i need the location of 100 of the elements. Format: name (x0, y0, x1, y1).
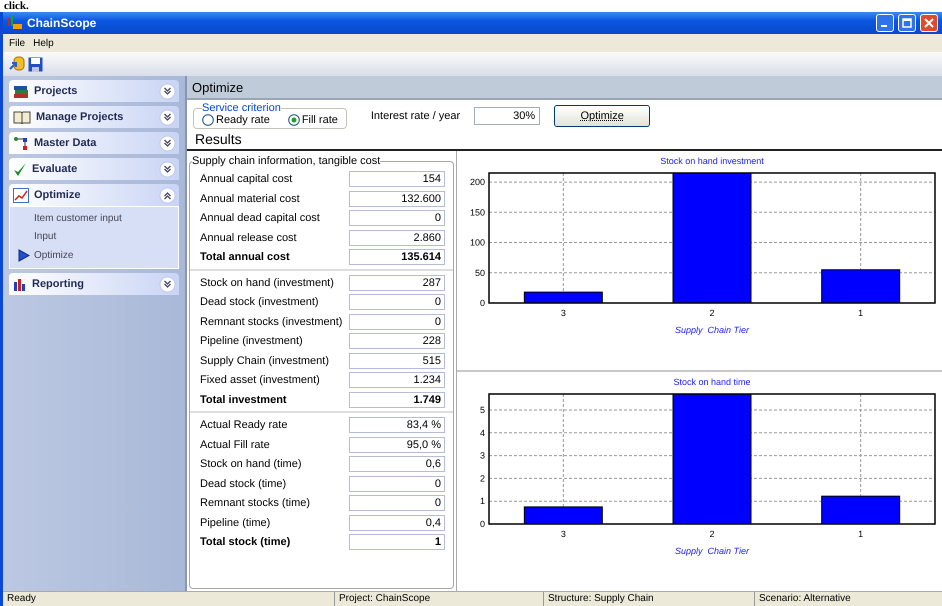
sidebar-item[interactable]: Optimize (18, 249, 178, 262)
sidebar-group-header[interactable]: Master Data (9, 132, 179, 154)
y-tick-label: 50 (474, 268, 485, 278)
row-label: Annual material cost (200, 192, 300, 205)
status-text: Project: ChainScope (334, 592, 543, 606)
sidebar-group-header[interactable]: Manage Projects (9, 106, 179, 128)
y-tick-label: 4 (480, 428, 485, 438)
expand-icon[interactable] (159, 82, 176, 100)
row-label: Fixed asset (investment) (200, 374, 320, 386)
value-field: 1.234 (349, 372, 445, 388)
x-tick-label: 1 (858, 529, 864, 539)
status-text: Ready (6, 592, 37, 606)
row-label: Pipeline (investment) (200, 335, 303, 348)
row-label: Total stock (time) (200, 536, 290, 548)
y-tick-label: 100 (470, 238, 485, 248)
row-label: Remnant stocks (time) (200, 497, 310, 510)
save-icon[interactable] (28, 56, 43, 72)
radio-option[interactable]: Ready rate (202, 114, 270, 126)
radio-option[interactable]: Fill rate (288, 114, 338, 126)
books-icon (13, 84, 29, 98)
results-heading: Results (187, 129, 942, 151)
expand-icon[interactable] (159, 160, 176, 178)
window-title: ChainScope (27, 16, 98, 30)
value-field: 154 (349, 171, 445, 188)
value-field: 0 (349, 495, 445, 512)
row-label: Actual Ready rate (200, 419, 288, 432)
close-icon (924, 18, 934, 28)
minimize-button[interactable] (876, 14, 894, 32)
row-label: Remnant stocks (investment) (200, 316, 342, 328)
radio-button[interactable] (202, 114, 214, 126)
open-database-icon[interactable] (9, 56, 25, 72)
value-field: 1 (349, 534, 445, 550)
x-tick-label: 2 (710, 308, 714, 318)
book-icon (13, 110, 31, 124)
value-field: 1.749 (349, 392, 445, 408)
page-caption: click. (3, 0, 30, 12)
row-label: Annual capital cost (200, 173, 292, 186)
y-tick-label: 1 (480, 496, 485, 506)
chart-title: Stock on hand time (673, 377, 751, 387)
y-tick-label: 150 (470, 207, 485, 218)
play-icon (18, 249, 30, 262)
close-button[interactable] (920, 14, 938, 32)
panel-legend: Supply chain information, tangible cost (192, 155, 380, 167)
x-tick-label: 3 (560, 308, 566, 318)
radio-button[interactable] (288, 114, 300, 126)
x-axis-label: Supply Chain Tier (675, 325, 749, 335)
optimize-button[interactable]: Optimize (554, 104, 650, 126)
row-label: Total annual cost (200, 251, 290, 264)
status-text: Structure: Supply Chain (543, 592, 754, 606)
value-field: 0,6 (349, 456, 445, 472)
menu-item[interactable]: File (9, 38, 26, 48)
y-tick-label: 0 (480, 519, 485, 529)
line-chart-icon (13, 188, 29, 202)
sidebar-group-header[interactable]: Optimize (9, 184, 179, 206)
chart-title: Stock on hand investment (660, 156, 764, 166)
expand-icon[interactable] (159, 134, 176, 152)
y-tick-label: 200 (470, 177, 485, 188)
row-label: Stock on hand (investment) (200, 276, 334, 289)
group-legend: Service criterion (202, 102, 281, 114)
bar-chart-icon (13, 277, 27, 291)
x-tick-label: 2 (710, 529, 714, 539)
sidebar-item[interactable]: Input (18, 231, 178, 242)
sidebar-group-header[interactable]: Reporting (9, 273, 179, 295)
value-field: 0 (349, 476, 445, 492)
value-field: 2.860 (349, 230, 445, 246)
status-text: Scenario: Alternative (754, 592, 942, 606)
maximize-button[interactable] (898, 14, 916, 32)
value-field: 83,4 % (349, 417, 445, 434)
menu-item[interactable]: Help (33, 38, 54, 48)
collapse-icon[interactable] (159, 186, 176, 204)
row-label: Total investment (200, 394, 287, 406)
row-label: Dead stock (time) (200, 478, 286, 490)
x-tick-label: 3 (560, 529, 566, 539)
value-field: 132.600 (349, 190, 445, 207)
value-field: 95,0 % (349, 436, 445, 453)
y-tick-label: 2 (480, 473, 485, 484)
value-field: 228 (349, 333, 445, 350)
row-label: Stock on hand (time) (200, 458, 302, 470)
interest-label: Interest rate / year (370, 110, 460, 122)
row-label: Pipeline (time) (200, 516, 270, 529)
value-field: 515 (349, 352, 445, 369)
sidebar-group-header[interactable]: Projects (9, 80, 179, 102)
network-icon (13, 136, 29, 150)
expand-icon[interactable] (159, 276, 176, 292)
sidebar-group-header[interactable]: Evaluate (9, 158, 179, 180)
x-axis-label: Supply Chain Tier (675, 546, 749, 556)
expand-icon[interactable] (159, 108, 176, 126)
y-tick-label: 0 (480, 298, 485, 308)
sidebar-item[interactable]: Item customer input (18, 213, 178, 224)
value-field: 0 (349, 294, 445, 310)
row-label: Annual release cost (200, 232, 297, 244)
maximize-icon (902, 18, 912, 28)
value-field: 135.614 (349, 249, 445, 266)
interest-field[interactable]: 30% (474, 106, 540, 124)
row-label: Supply Chain (investment) (200, 354, 330, 367)
app-logo-icon (7, 16, 23, 30)
y-tick-label: 5 (480, 404, 485, 415)
value-field: 0 (349, 210, 445, 226)
value-field: 287 (349, 274, 445, 291)
value-field: 0 (349, 314, 445, 330)
